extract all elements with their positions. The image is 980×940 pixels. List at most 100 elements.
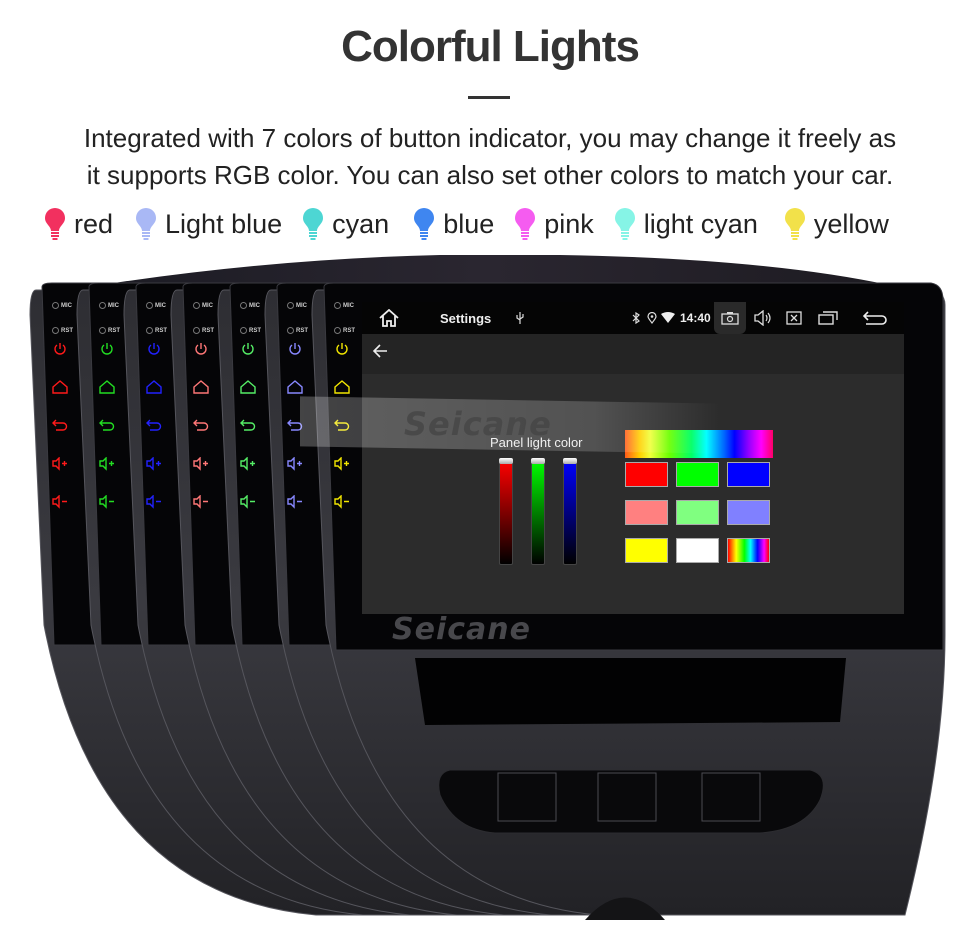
back-arrow-icon[interactable]	[372, 344, 388, 363]
mic-label: MIC	[99, 302, 119, 309]
light-bulb-icon	[614, 207, 636, 241]
volume-up-icon[interactable]	[99, 456, 115, 471]
volume-down-icon[interactable]	[287, 494, 303, 509]
volume-down-icon[interactable]	[240, 494, 256, 509]
recent-apps-icon[interactable]	[818, 302, 838, 334]
light-bulb-icon	[302, 207, 324, 241]
mic-label: MIC	[193, 302, 213, 309]
light-bulb-icon	[135, 207, 157, 241]
color-swatch-rainbow[interactable]	[727, 538, 770, 563]
volume-up-icon[interactable]	[52, 456, 68, 471]
back-icon[interactable]	[52, 419, 68, 433]
reset-button[interactable]: RST	[52, 327, 73, 334]
volume-down-icon[interactable]	[99, 494, 115, 509]
storage-slot	[415, 658, 846, 725]
legend-label: blue	[443, 208, 495, 239]
light-bulb-icon	[514, 207, 536, 241]
reset-button[interactable]: RST	[287, 327, 308, 334]
side-button-panel-4: MIC RST	[179, 290, 227, 630]
legend-label: yellow	[813, 208, 889, 239]
return-icon[interactable]	[862, 302, 888, 334]
side-button-panel-3: MIC RST	[132, 290, 180, 630]
legend-item-red: red	[44, 207, 113, 241]
bluetooth-icon	[632, 302, 640, 334]
side-button-panel-1: MIC RST	[38, 290, 86, 630]
color-swatch-ffff00[interactable]	[625, 538, 668, 563]
legend-item-blue: blue	[413, 207, 494, 241]
reset-button[interactable]: RST	[146, 327, 167, 334]
reset-button[interactable]: RST	[240, 327, 261, 334]
volume-up-icon[interactable]	[287, 456, 303, 471]
color-swatch-8080ff[interactable]	[727, 500, 770, 525]
watermark-bezel: Seicane	[392, 612, 531, 647]
back-icon[interactable]	[193, 419, 209, 433]
color-swatch-00ff00[interactable]	[676, 462, 719, 487]
slider-thumb-red[interactable]	[499, 458, 513, 464]
close-window-icon[interactable]	[786, 302, 802, 334]
mic-label: MIC	[146, 302, 166, 309]
reset-button[interactable]: RST	[193, 327, 214, 334]
home-icon[interactable]	[287, 380, 303, 394]
volume-down-icon[interactable]	[146, 494, 162, 509]
usb-icon	[515, 302, 525, 334]
home-icon[interactable]	[193, 380, 209, 394]
color-swatch-ff8080[interactable]	[625, 500, 668, 525]
home-icon[interactable]	[334, 380, 350, 394]
color-swatch-0000ff[interactable]	[727, 462, 770, 487]
legend-label: light cyan	[643, 208, 758, 239]
home-icon[interactable]	[240, 380, 256, 394]
home-icon[interactable]	[99, 380, 115, 394]
power-icon[interactable]	[240, 343, 256, 357]
side-button-panel-5: MIC RST	[226, 290, 274, 630]
volume-icon[interactable]	[753, 302, 773, 334]
side-button-panel-6: MIC RST	[273, 290, 321, 630]
home-icon[interactable]	[146, 380, 162, 394]
legend-item-light-blue: Light blue	[135, 207, 282, 241]
slider-green[interactable]	[531, 458, 545, 565]
volume-up-icon[interactable]	[334, 456, 350, 471]
slider-thumb-blue[interactable]	[563, 458, 577, 464]
volume-up-icon[interactable]	[240, 456, 256, 471]
screenshot-icon[interactable]	[714, 302, 746, 334]
title-underline	[468, 96, 510, 99]
volume-up-icon[interactable]	[193, 456, 209, 471]
power-icon[interactable]	[99, 343, 115, 357]
slider-thumb-green[interactable]	[531, 458, 545, 464]
light-bulb-icon	[784, 207, 806, 241]
power-icon[interactable]	[193, 343, 209, 357]
color-swatch-ff0000[interactable]	[625, 462, 668, 487]
legend-item-cyan: cyan	[302, 207, 389, 241]
color-swatch-80ff80[interactable]	[676, 500, 719, 525]
reset-button[interactable]: RST	[99, 327, 120, 334]
power-icon[interactable]	[146, 343, 162, 357]
volume-up-icon[interactable]	[146, 456, 162, 471]
back-icon[interactable]	[240, 419, 256, 433]
app-title: Settings	[440, 310, 492, 326]
connector-bay	[438, 769, 824, 834]
app-bar	[362, 334, 904, 374]
volume-down-icon[interactable]	[334, 494, 350, 509]
mic-label: MIC	[52, 302, 72, 309]
power-icon[interactable]	[287, 343, 303, 357]
back-icon[interactable]	[146, 419, 162, 433]
power-icon[interactable]	[52, 343, 68, 357]
light-bulb-icon	[413, 207, 435, 241]
legend-item-yellow: yellow	[784, 207, 889, 241]
power-icon[interactable]	[334, 343, 350, 357]
slider-red[interactable]	[499, 458, 513, 565]
home-icon[interactable]	[378, 302, 400, 334]
reset-button[interactable]: RST	[334, 327, 355, 334]
volume-down-icon[interactable]	[193, 494, 209, 509]
side-button-panel-2: MIC RST	[85, 290, 133, 630]
slider-blue[interactable]	[563, 458, 577, 565]
description: Integrated with 7 colors of button indic…	[0, 120, 980, 194]
back-icon[interactable]	[99, 419, 115, 433]
clock: 14:40	[680, 311, 711, 325]
description-line-1: Integrated with 7 colors of button indic…	[83, 123, 897, 153]
legend-item-light-cyan: light cyan	[614, 207, 758, 241]
color-swatch-ffffff[interactable]	[676, 538, 719, 563]
home-icon[interactable]	[52, 380, 68, 394]
side-button-panel-7: MIC RST	[320, 290, 368, 630]
volume-down-icon[interactable]	[52, 494, 68, 509]
mic-label: MIC	[287, 302, 307, 309]
